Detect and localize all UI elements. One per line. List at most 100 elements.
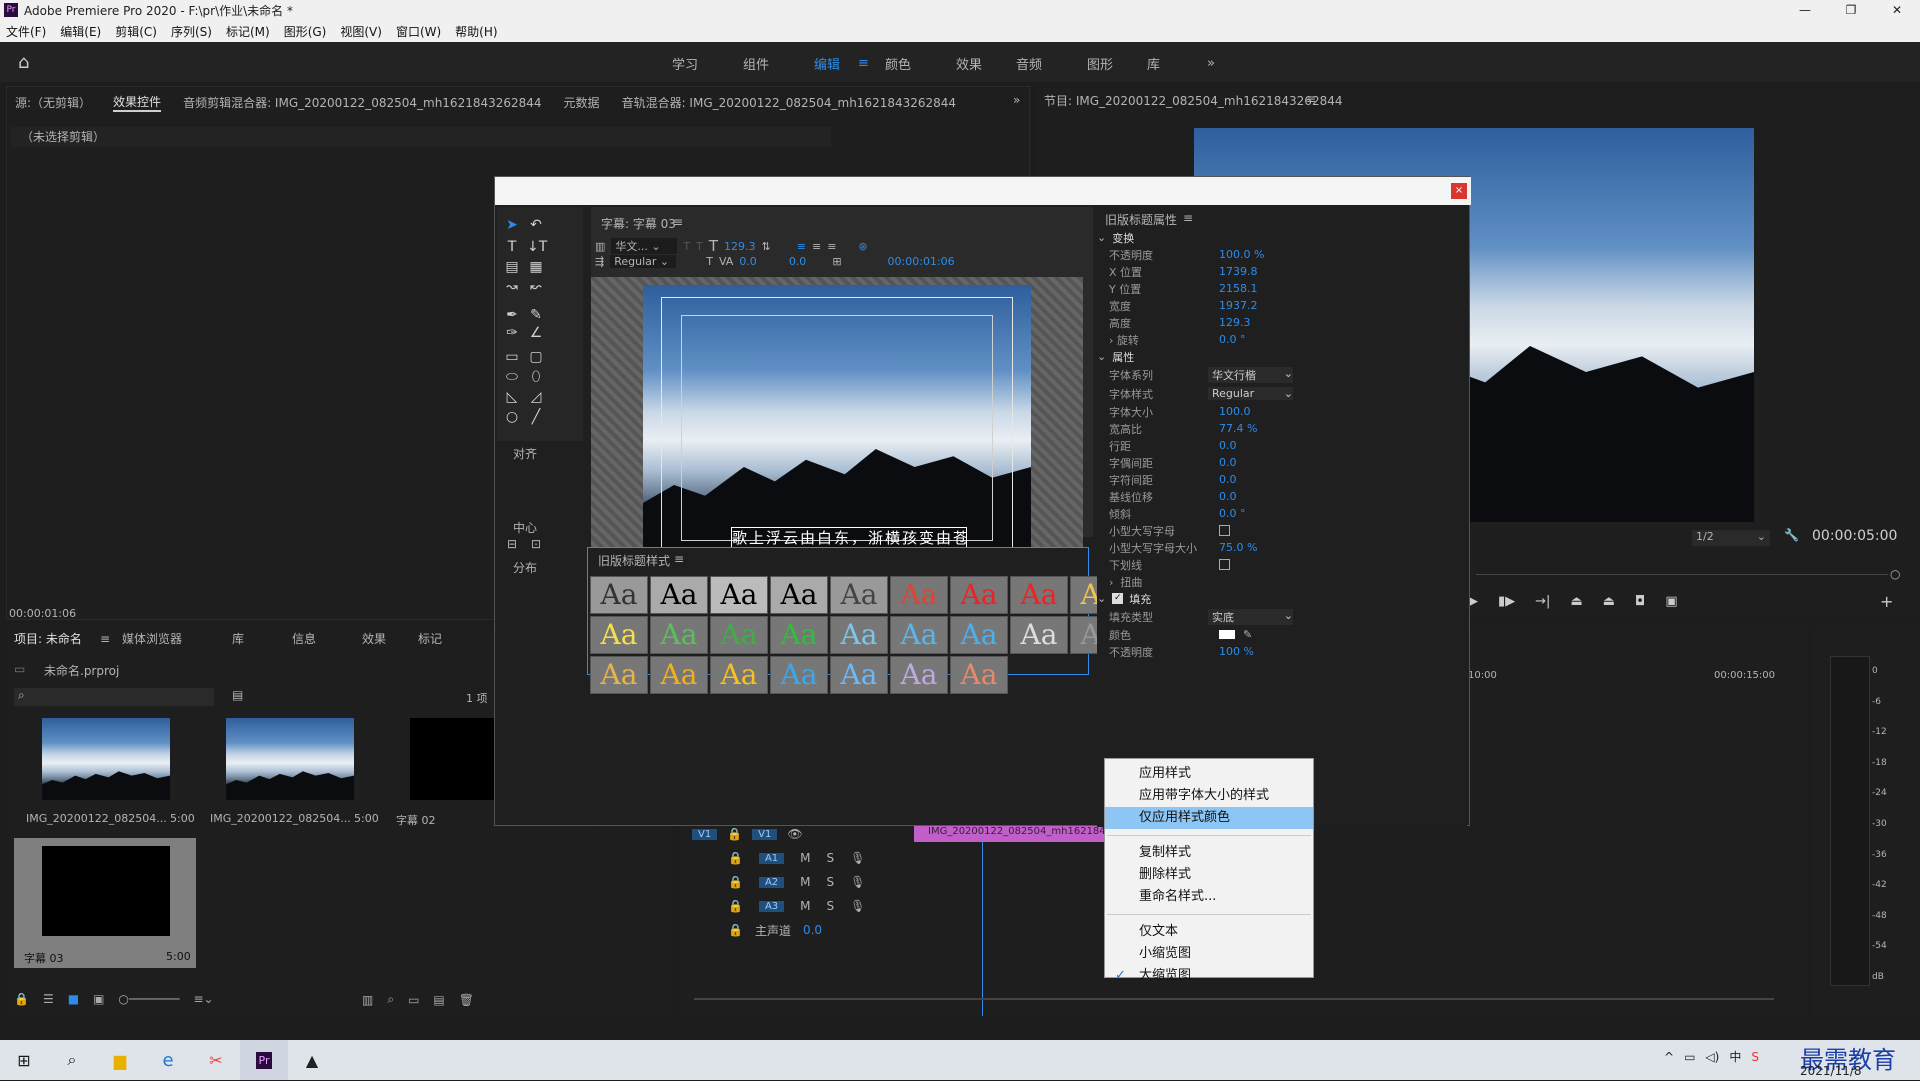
underline-checkbox[interactable] <box>1219 559 1230 570</box>
tab-markers[interactable]: 标记 <box>418 630 442 647</box>
style-swatch[interactable]: Aa <box>650 656 708 694</box>
eye-icon[interactable]: 👁 <box>787 827 802 841</box>
tab-project[interactable]: 项目: 未命名 <box>14 630 100 647</box>
workspace-tab-color[interactable]: 颜色 <box>885 54 956 73</box>
premiere-taskbar-icon[interactable]: Pr <box>240 1040 288 1080</box>
solo-button[interactable]: S <box>827 851 835 865</box>
tab-libraries[interactable]: 库 <box>232 630 292 647</box>
track-lock-icon[interactable]: 🔒 <box>728 851 743 865</box>
menu-window[interactable]: 窗口(W) <box>396 23 441 40</box>
fill-type-dropdown[interactable]: 实底 ⌄ <box>1208 608 1293 625</box>
align-center-icon[interactable]: ≡ <box>812 240 821 253</box>
program-scrubber[interactable] <box>1476 574 1888 575</box>
project-item[interactable]: 字幕 02 <box>384 718 494 828</box>
rounded-ellipse-tool-icon[interactable]: ⬯ <box>527 369 545 385</box>
menu-apply-style-color-only[interactable]: 仅应用样式颜色 <box>1105 807 1313 829</box>
templates-icon[interactable]: ⇶ <box>595 255 604 268</box>
project-item[interactable]: IMG_20200122_082504... 5:00 <box>198 718 379 828</box>
style-swatch[interactable]: Aa <box>950 616 1008 654</box>
program-menu-icon[interactable]: ≡ <box>1306 92 1316 106</box>
menu-small-thumbnails[interactable]: 小缩览图 <box>1105 943 1313 965</box>
menu-sequence[interactable]: 序列(S) <box>171 23 212 40</box>
new-item-icon[interactable]: ▤ <box>433 993 444 1007</box>
volume-icon[interactable]: ◁) <box>1705 1050 1719 1064</box>
lift-button[interactable]: ⏏ <box>1570 594 1582 609</box>
photos-icon[interactable]: ▲ <box>288 1051 336 1070</box>
wrench-icon[interactable]: 🔧 <box>1784 528 1799 542</box>
new-bin-icon[interactable]: ▤ <box>232 688 243 702</box>
italic-icon[interactable]: T <box>696 240 703 253</box>
smallcaps-checkbox[interactable] <box>1219 525 1230 536</box>
project-item[interactable]: IMG_20200122_082504... 5:00 <box>14 718 195 828</box>
workspace-tab-learn[interactable]: 学习 <box>672 54 743 73</box>
tab-audio-track-mixer[interactable]: 音轨混合器: IMG_20200122_082504_mh16218432628… <box>622 94 956 111</box>
workspace-tab-audio[interactable]: 音频 <box>1016 54 1087 73</box>
font-size-value[interactable]: 129.3 <box>724 240 756 253</box>
vertical-type-tool-icon[interactable]: ↓T <box>527 239 547 255</box>
font-family-dropdown[interactable]: 华文行楷 ⌄ <box>1208 366 1293 383</box>
project-search-input[interactable]: ⌕ <box>14 688 214 706</box>
style-swatch[interactable]: Aa <box>830 576 888 614</box>
properties-menu-icon[interactable]: ≡ <box>1183 211 1193 225</box>
search-icon[interactable]: ⌕ <box>48 1050 96 1070</box>
project-menu-icon[interactable]: ≡ <box>100 632 122 646</box>
menu-file[interactable]: 文件(F) <box>6 23 46 40</box>
mic-icon[interactable]: 🎙 <box>850 851 865 865</box>
extract-button[interactable]: ⏏ <box>1603 594 1615 609</box>
tab-effect-controls[interactable]: 效果控件 <box>113 93 162 112</box>
color-swatch[interactable] <box>1219 630 1235 639</box>
menu-apply-style[interactable]: 应用样式 <box>1105 763 1313 785</box>
menu-graphics[interactable]: 图形(G) <box>284 23 327 40</box>
tab-effects[interactable]: 效果 <box>362 630 418 647</box>
snipping-tool-icon[interactable]: ✂ <box>192 1051 240 1070</box>
title-text-box[interactable]: 歌上浮云由白东，浙横孩变由苍狗 <box>731 527 967 549</box>
sogou-icon[interactable]: S <box>1751 1050 1759 1064</box>
section-fill[interactable]: 填充 <box>1129 591 1151 607</box>
add-button[interactable]: + <box>1880 592 1893 611</box>
go-to-out-button[interactable]: →| <box>1535 594 1550 609</box>
align-left-icon[interactable]: ≡ <box>797 240 806 253</box>
vertical-area-type-icon[interactable]: ▦ <box>527 259 545 275</box>
menu-duplicate-style[interactable]: 复制样式 <box>1105 842 1313 864</box>
workspace-tab-libraries[interactable]: 库 <box>1147 54 1207 73</box>
minimize-button[interactable]: — <box>1782 3 1828 17</box>
style-swatch[interactable]: Aa <box>770 616 828 654</box>
style-swatch[interactable]: Aa <box>890 616 948 654</box>
menu-rename-style[interactable]: 重命名样式... <box>1105 886 1313 908</box>
automate-icon[interactable]: ▥ <box>362 993 373 1007</box>
type-tool-icon[interactable]: T <box>503 239 521 255</box>
style-swatch[interactable]: Aa <box>890 576 948 614</box>
mic-icon[interactable]: 🎙 <box>850 875 865 889</box>
mute-button[interactable]: M <box>800 851 810 865</box>
ellipse-tool-icon[interactable]: ○ <box>503 409 521 425</box>
new-bin-button[interactable]: ▭ <box>408 993 419 1007</box>
center-vertical-icon[interactable]: ⊡ <box>531 537 541 551</box>
icon-view-icon[interactable]: ■ <box>68 992 79 1006</box>
fill-checkbox[interactable]: ✓ <box>1112 593 1124 604</box>
track-lock-icon[interactable]: 🔒 <box>727 827 742 841</box>
workspace-menu-icon[interactable]: ≡ <box>858 56 885 71</box>
tab-audio-clip-mixer[interactable]: 音频剪辑混合器: IMG_20200122_082504_mh162184326… <box>183 94 541 111</box>
style-swatch[interactable]: Aa <box>710 576 768 614</box>
menu-apply-style-with-size[interactable]: 应用带字体大小的样式 <box>1105 785 1313 807</box>
pen-tool-icon[interactable]: ✒ <box>503 307 521 323</box>
style-swatch[interactable]: Aa <box>890 656 948 694</box>
arc-tool-icon[interactable]: ◿ <box>527 389 545 405</box>
rotation-tool-icon[interactable]: ↶ <box>527 217 545 233</box>
panel-overflow-icon[interactable]: » <box>1013 93 1020 107</box>
style-swatch[interactable]: Aa <box>1010 576 1068 614</box>
style-swatch[interactable]: Aa <box>830 616 888 654</box>
section-attributes[interactable]: 属性 <box>1112 349 1134 365</box>
style-swatch[interactable]: Aa <box>590 576 648 614</box>
edge-browser-icon[interactable]: e <box>144 1050 192 1071</box>
path-type-tool-icon[interactable]: ↝ <box>503 279 521 295</box>
style-swatch[interactable]: Aa <box>710 656 768 694</box>
vertical-path-type-icon[interactable]: ↜ <box>527 279 545 295</box>
mute-button[interactable]: M <box>800 875 810 889</box>
style-swatch[interactable]: Aa <box>590 616 648 654</box>
zoom-select[interactable]: 1/2 ⌄ <box>1692 530 1770 546</box>
styles-menu-icon[interactable]: ≡ <box>674 552 684 566</box>
freeform-view-icon[interactable]: ▣ <box>93 992 104 1006</box>
trash-icon[interactable]: 🗑 <box>459 993 474 1007</box>
workspace-tab-editing[interactable]: 编辑 <box>814 54 858 73</box>
